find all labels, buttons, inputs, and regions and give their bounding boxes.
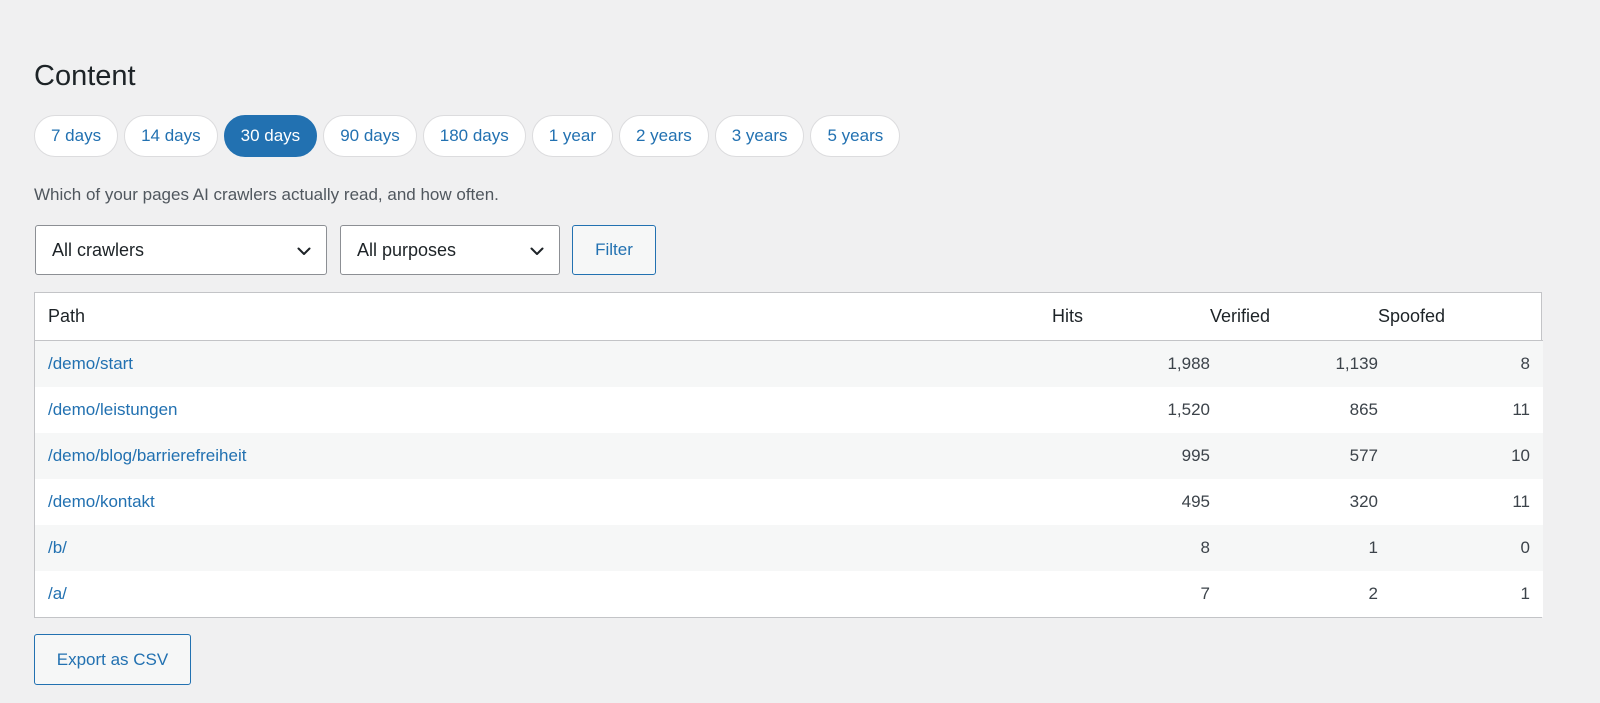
page-title: Content xyxy=(34,60,136,92)
content-page: Content 7 days 14 days 30 days 90 days 1… xyxy=(0,0,1600,703)
spoofed-cell: 11 xyxy=(1378,479,1543,525)
verified-cell: 865 xyxy=(1210,387,1378,433)
hits-cell: 495 xyxy=(1052,479,1210,525)
column-header-verified: Verified xyxy=(1210,293,1378,341)
chevron-down-icon xyxy=(297,247,311,255)
verified-cell: 577 xyxy=(1210,433,1378,479)
filter-button[interactable]: Filter xyxy=(572,225,656,275)
purpose-select[interactable]: All purposes xyxy=(340,225,560,275)
hits-cell: 995 xyxy=(1052,433,1210,479)
range-30-days[interactable]: 30 days xyxy=(223,115,318,157)
spoofed-cell: 11 xyxy=(1378,387,1543,433)
table-row: /demo/blog/barrierefreiheit 995 577 10 xyxy=(35,433,1543,479)
crawler-select[interactable]: All crawlers xyxy=(35,225,327,275)
column-header-hits: Hits xyxy=(1052,293,1210,341)
time-range-selector: 7 days 14 days 30 days 90 days 180 days … xyxy=(34,115,901,157)
page-description: Which of your pages AI crawlers actually… xyxy=(34,185,499,204)
hits-cell: 1,988 xyxy=(1052,340,1210,387)
range-14-days[interactable]: 14 days xyxy=(124,115,218,157)
path-link[interactable]: /b/ xyxy=(48,538,67,557)
crawler-select-value: All crawlers xyxy=(52,239,145,260)
spoofed-cell: 1 xyxy=(1378,571,1543,617)
table-row: /demo/kontakt 495 320 11 xyxy=(35,479,1543,525)
path-link[interactable]: /demo/start xyxy=(48,354,133,373)
purpose-select-value: All purposes xyxy=(357,239,457,260)
range-2-years[interactable]: 2 years xyxy=(618,115,709,157)
column-header-path: Path xyxy=(35,293,1052,341)
path-link[interactable]: /a/ xyxy=(48,584,67,603)
path-link[interactable]: /demo/blog/barrierefreiheit xyxy=(48,446,246,465)
range-1-year[interactable]: 1 year xyxy=(531,115,613,157)
verified-cell: 320 xyxy=(1210,479,1378,525)
range-7-days[interactable]: 7 days xyxy=(34,115,119,157)
range-3-years[interactable]: 3 years xyxy=(714,115,805,157)
spoofed-cell: 0 xyxy=(1378,525,1543,571)
table-header-row: Path Hits Verified Spoofed xyxy=(35,293,1543,341)
chevron-down-icon xyxy=(530,247,544,255)
spoofed-cell: 8 xyxy=(1378,340,1543,387)
table-row: /demo/leistungen 1,520 865 11 xyxy=(35,387,1543,433)
range-180-days[interactable]: 180 days xyxy=(422,115,526,157)
hits-cell: 8 xyxy=(1052,525,1210,571)
hits-cell: 1,520 xyxy=(1052,387,1210,433)
path-link[interactable]: /demo/leistungen xyxy=(48,400,177,419)
verified-cell: 1,139 xyxy=(1210,340,1378,387)
table-row: /b/ 8 1 0 xyxy=(35,525,1543,571)
spoofed-cell: 10 xyxy=(1378,433,1543,479)
range-5-years[interactable]: 5 years xyxy=(810,115,901,157)
hits-cell: 7 xyxy=(1052,571,1210,617)
column-header-spoofed: Spoofed xyxy=(1378,293,1543,341)
verified-cell: 1 xyxy=(1210,525,1378,571)
export-csv-button[interactable]: Export as CSV xyxy=(34,634,191,685)
table-row: /a/ 7 2 1 xyxy=(35,571,1543,617)
path-link[interactable]: /demo/kontakt xyxy=(48,492,155,511)
range-90-days[interactable]: 90 days xyxy=(323,115,417,157)
content-table: Path Hits Verified Spoofed /demo/start 1… xyxy=(34,292,1543,618)
verified-cell: 2 xyxy=(1210,571,1378,617)
table-row: /demo/start 1,988 1,139 8 xyxy=(35,340,1543,387)
